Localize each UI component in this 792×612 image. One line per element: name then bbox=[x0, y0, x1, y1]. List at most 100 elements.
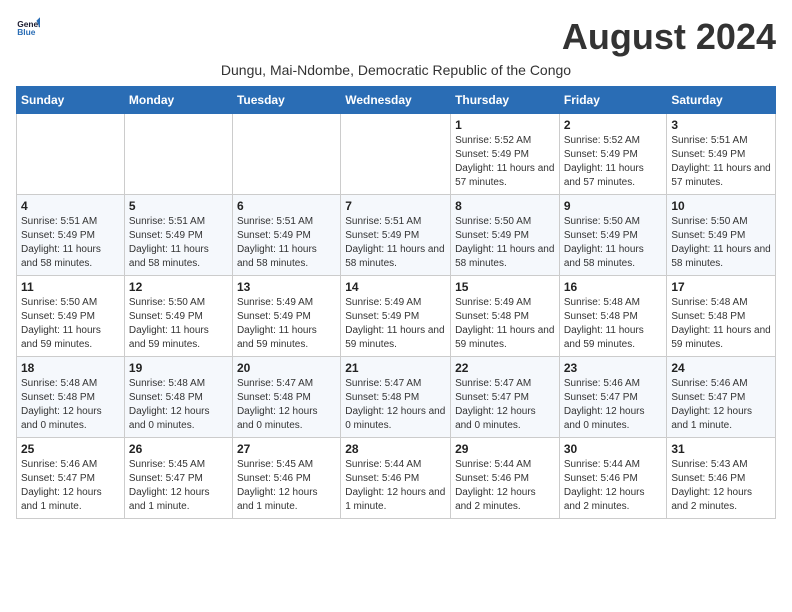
day-info: Sunrise: 5:50 AM Sunset: 5:49 PM Dayligh… bbox=[21, 296, 120, 352]
column-header-monday: Monday bbox=[124, 87, 232, 114]
day-info: Sunrise: 5:47 AM Sunset: 5:48 PM Dayligh… bbox=[237, 377, 336, 433]
day-info: Sunrise: 5:52 AM Sunset: 5:49 PM Dayligh… bbox=[564, 134, 663, 190]
calendar-cell: 27Sunrise: 5:45 AM Sunset: 5:46 PM Dayli… bbox=[232, 438, 340, 519]
calendar-cell: 1 Sunrise: 5:52 AM Sunset: 5:49 PM Daylig… bbox=[451, 114, 560, 195]
calendar-cell: 3Sunrise: 5:51 AM Sunset: 5:49 PM Daylig… bbox=[667, 114, 776, 195]
calendar-week-row: 25 Sunrise: 5:46 AM Sunset: 5:47 PM Dayli… bbox=[17, 438, 776, 519]
calendar-cell: 9 Sunrise: 5:50 AM Sunset: 5:49 PM Daylig… bbox=[559, 195, 667, 276]
day-info: Sunrise: 5:51 AM Sunset: 5:49 PM Dayligh… bbox=[237, 215, 336, 271]
day-number: 5 bbox=[129, 199, 228, 213]
day-info: Sunrise: 5:51 AM Sunset: 5:49 PM Dayligh… bbox=[345, 215, 446, 271]
calendar-cell bbox=[341, 114, 451, 195]
day-number: 6 bbox=[237, 199, 336, 213]
day-info: Sunrise: 5:48 AM Sunset: 5:48 PM Dayligh… bbox=[21, 377, 120, 433]
calendar-cell: 31 Sunrise: 5:43 AM Sunset: 5:46 PM Dayli… bbox=[667, 438, 776, 519]
day-number: 25 bbox=[21, 442, 120, 456]
day-number: 11 bbox=[21, 280, 120, 294]
calendar-week-row: 18Sunrise: 5:48 AM Sunset: 5:48 PM Dayli… bbox=[17, 357, 776, 438]
day-info: Sunrise: 5:50 AM Sunset: 5:49 PM Dayligh… bbox=[129, 296, 228, 352]
day-info: Sunrise: 5:51 AM Sunset: 5:49 PM Dayligh… bbox=[21, 215, 120, 271]
calendar-cell: 13 Sunrise: 5:49 AM Sunset: 5:49 PM Dayli… bbox=[232, 276, 340, 357]
day-info: Sunrise: 5:49 AM Sunset: 5:49 PM Dayligh… bbox=[345, 296, 446, 352]
day-info: Sunrise: 5:45 AM Sunset: 5:46 PM Dayligh… bbox=[237, 458, 336, 514]
calendar-cell: 29 Sunrise: 5:44 AM Sunset: 5:46 PM Dayli… bbox=[451, 438, 560, 519]
calendar-cell: 16 Sunrise: 5:48 AM Sunset: 5:48 PM Dayli… bbox=[559, 276, 667, 357]
column-header-wednesday: Wednesday bbox=[341, 87, 451, 114]
day-number: 13 bbox=[237, 280, 336, 294]
day-info: Sunrise: 5:44 AM Sunset: 5:46 PM Dayligh… bbox=[564, 458, 663, 514]
calendar-cell: 25 Sunrise: 5:46 AM Sunset: 5:47 PM Dayli… bbox=[17, 438, 125, 519]
calendar-header-row: SundayMondayTuesdayWednesdayThursdayFrid… bbox=[17, 87, 776, 114]
column-header-sunday: Sunday bbox=[17, 87, 125, 114]
day-info: Sunrise: 5:49 AM Sunset: 5:48 PM Dayligh… bbox=[455, 296, 555, 352]
day-number: 16 bbox=[564, 280, 663, 294]
calendar-cell: 30 Sunrise: 5:44 AM Sunset: 5:46 PM Dayli… bbox=[559, 438, 667, 519]
calendar-cell: 24 Sunrise: 5:46 AM Sunset: 5:47 PM Dayli… bbox=[667, 357, 776, 438]
calendar-week-row: 4 Sunrise: 5:51 AM Sunset: 5:49 PM Daylig… bbox=[17, 195, 776, 276]
calendar-cell bbox=[232, 114, 340, 195]
day-number: 12 bbox=[129, 280, 228, 294]
day-number: 14 bbox=[345, 280, 446, 294]
calendar-week-row: 11 Sunrise: 5:50 AM Sunset: 5:49 PM Dayli… bbox=[17, 276, 776, 357]
calendar-cell: 12 Sunrise: 5:50 AM Sunset: 5:49 PM Dayli… bbox=[124, 276, 232, 357]
calendar-cell: 20Sunrise: 5:47 AM Sunset: 5:48 PM Dayli… bbox=[232, 357, 340, 438]
day-number: 30 bbox=[564, 442, 663, 456]
column-header-tuesday: Tuesday bbox=[232, 87, 340, 114]
calendar-cell: 22 Sunrise: 5:47 AM Sunset: 5:47 PM Dayli… bbox=[451, 357, 560, 438]
day-number: 10 bbox=[671, 199, 771, 213]
logo: General Blue bbox=[16, 16, 40, 40]
day-info: Sunrise: 5:48 AM Sunset: 5:48 PM Dayligh… bbox=[564, 296, 663, 352]
day-info: Sunrise: 5:49 AM Sunset: 5:49 PM Dayligh… bbox=[237, 296, 336, 352]
column-header-thursday: Thursday bbox=[451, 87, 560, 114]
day-number: 22 bbox=[455, 361, 555, 375]
day-number: 21 bbox=[345, 361, 446, 375]
day-number: 19 bbox=[129, 361, 228, 375]
day-info: Sunrise: 5:44 AM Sunset: 5:46 PM Dayligh… bbox=[345, 458, 446, 514]
day-info: Sunrise: 5:48 AM Sunset: 5:48 PM Dayligh… bbox=[671, 296, 771, 352]
column-header-saturday: Saturday bbox=[667, 87, 776, 114]
svg-text:Blue: Blue bbox=[17, 27, 36, 37]
day-info: Sunrise: 5:44 AM Sunset: 5:46 PM Dayligh… bbox=[455, 458, 555, 514]
day-number: 8 bbox=[455, 199, 555, 213]
day-number: 23 bbox=[564, 361, 663, 375]
calendar-cell: 14 Sunrise: 5:49 AM Sunset: 5:49 PM Dayli… bbox=[341, 276, 451, 357]
calendar-subtitle: Dungu, Mai-Ndombe, Democratic Republic o… bbox=[16, 62, 776, 78]
day-number: 4 bbox=[21, 199, 120, 213]
day-number: 24 bbox=[671, 361, 771, 375]
calendar-week-row: 1 Sunrise: 5:52 AM Sunset: 5:49 PM Daylig… bbox=[17, 114, 776, 195]
calendar-cell: 7Sunrise: 5:51 AM Sunset: 5:49 PM Daylig… bbox=[341, 195, 451, 276]
calendar-cell: 17Sunrise: 5:48 AM Sunset: 5:48 PM Dayli… bbox=[667, 276, 776, 357]
calendar-cell: 2 Sunrise: 5:52 AM Sunset: 5:49 PM Daylig… bbox=[559, 114, 667, 195]
day-info: Sunrise: 5:51 AM Sunset: 5:49 PM Dayligh… bbox=[671, 134, 771, 190]
day-info: Sunrise: 5:43 AM Sunset: 5:46 PM Dayligh… bbox=[671, 458, 771, 514]
logo-icon: General Blue bbox=[16, 16, 40, 40]
calendar-cell: 21 Sunrise: 5:47 AM Sunset: 5:48 PM Dayli… bbox=[341, 357, 451, 438]
day-number: 2 bbox=[564, 118, 663, 132]
day-info: Sunrise: 5:50 AM Sunset: 5:49 PM Dayligh… bbox=[564, 215, 663, 271]
day-info: Sunrise: 5:46 AM Sunset: 5:47 PM Dayligh… bbox=[21, 458, 120, 514]
calendar-cell: 5Sunrise: 5:51 AM Sunset: 5:49 PM Daylig… bbox=[124, 195, 232, 276]
calendar-cell: 10 Sunrise: 5:50 AM Sunset: 5:49 PM Dayli… bbox=[667, 195, 776, 276]
calendar-cell: 28 Sunrise: 5:44 AM Sunset: 5:46 PM Dayli… bbox=[341, 438, 451, 519]
calendar-cell: 6 Sunrise: 5:51 AM Sunset: 5:49 PM Daylig… bbox=[232, 195, 340, 276]
calendar-cell: 8Sunrise: 5:50 AM Sunset: 5:49 PM Daylig… bbox=[451, 195, 560, 276]
day-info: Sunrise: 5:47 AM Sunset: 5:48 PM Dayligh… bbox=[345, 377, 446, 433]
calendar-cell bbox=[124, 114, 232, 195]
day-number: 31 bbox=[671, 442, 771, 456]
day-number: 26 bbox=[129, 442, 228, 456]
day-number: 29 bbox=[455, 442, 555, 456]
day-info: Sunrise: 5:48 AM Sunset: 5:48 PM Dayligh… bbox=[129, 377, 228, 433]
day-info: Sunrise: 5:52 AM Sunset: 5:49 PM Dayligh… bbox=[455, 134, 555, 190]
day-number: 28 bbox=[345, 442, 446, 456]
day-number: 9 bbox=[564, 199, 663, 213]
day-info: Sunrise: 5:50 AM Sunset: 5:49 PM Dayligh… bbox=[671, 215, 771, 271]
day-info: Sunrise: 5:46 AM Sunset: 5:47 PM Dayligh… bbox=[671, 377, 771, 433]
calendar-cell: 18Sunrise: 5:48 AM Sunset: 5:48 PM Dayli… bbox=[17, 357, 125, 438]
calendar-cell: 15Sunrise: 5:49 AM Sunset: 5:48 PM Dayli… bbox=[451, 276, 560, 357]
calendar-table: SundayMondayTuesdayWednesdayThursdayFrid… bbox=[16, 86, 776, 519]
calendar-cell: 23 Sunrise: 5:46 AM Sunset: 5:47 PM Dayli… bbox=[559, 357, 667, 438]
day-number: 1 bbox=[455, 118, 555, 132]
page-header: General Blue August 2024 bbox=[16, 16, 776, 58]
day-info: Sunrise: 5:47 AM Sunset: 5:47 PM Dayligh… bbox=[455, 377, 555, 433]
day-info: Sunrise: 5:46 AM Sunset: 5:47 PM Dayligh… bbox=[564, 377, 663, 433]
